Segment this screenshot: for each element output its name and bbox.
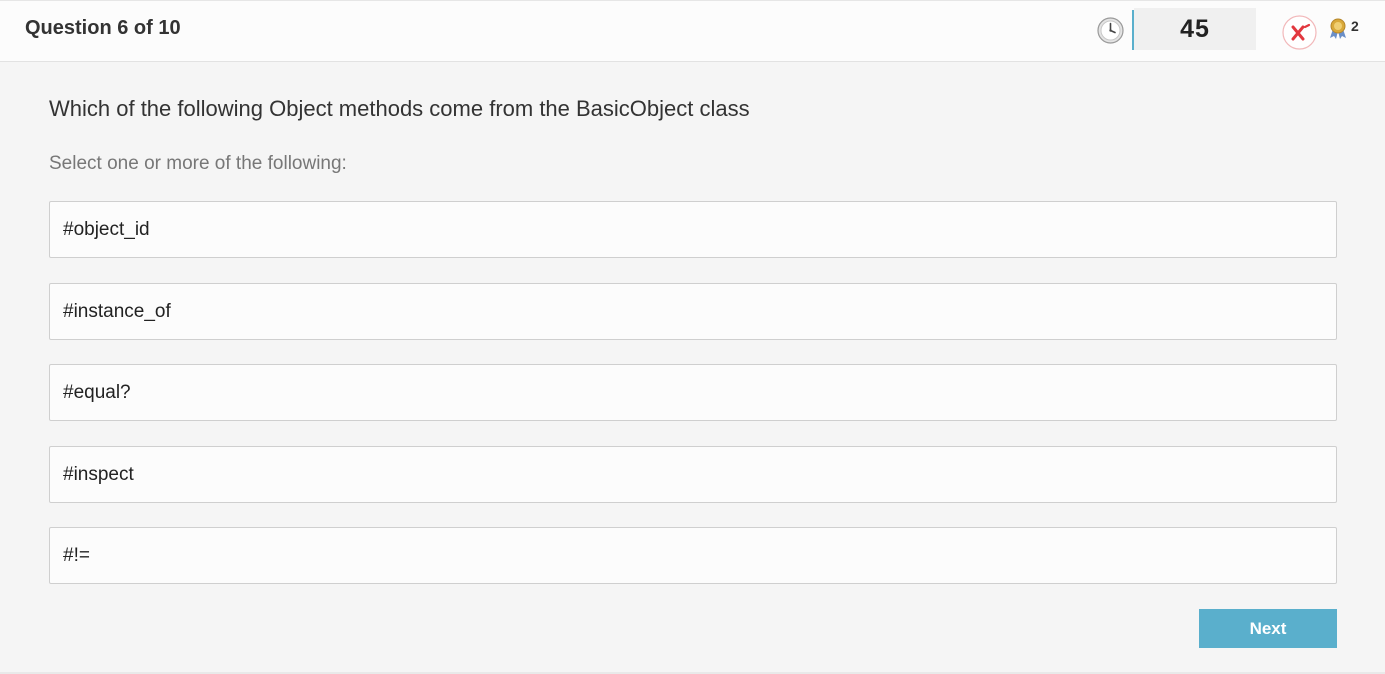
next-button[interactable]: Next (1199, 609, 1337, 648)
answer-option-label: #!= (63, 544, 90, 566)
answer-option[interactable]: #!= (49, 527, 1337, 584)
quiz-header: Question 6 of 10 45 2 (0, 0, 1385, 62)
question-text: Which of the following Object methods co… (49, 96, 750, 121)
answer-option-label: #instance_of (63, 300, 171, 322)
answer-option[interactable]: #inspect (49, 446, 1337, 503)
award-badge-icon (1328, 18, 1348, 40)
quit-icon[interactable] (1282, 15, 1317, 50)
badge-count: 2 (1351, 18, 1359, 34)
clock-icon (1097, 17, 1124, 44)
answer-option[interactable]: #instance_of (49, 283, 1337, 340)
answer-option-label: #object_id (63, 218, 150, 240)
answer-option-label: #equal? (63, 381, 131, 403)
answer-option-label: #inspect (63, 463, 134, 485)
timer-display: 45 (1134, 8, 1256, 50)
question-counter: Question 6 of 10 (25, 17, 181, 39)
answer-option[interactable]: #object_id (49, 201, 1337, 258)
answer-option[interactable]: #equal? (49, 364, 1337, 421)
question-instruction: Select one or more of the following: (49, 153, 347, 174)
